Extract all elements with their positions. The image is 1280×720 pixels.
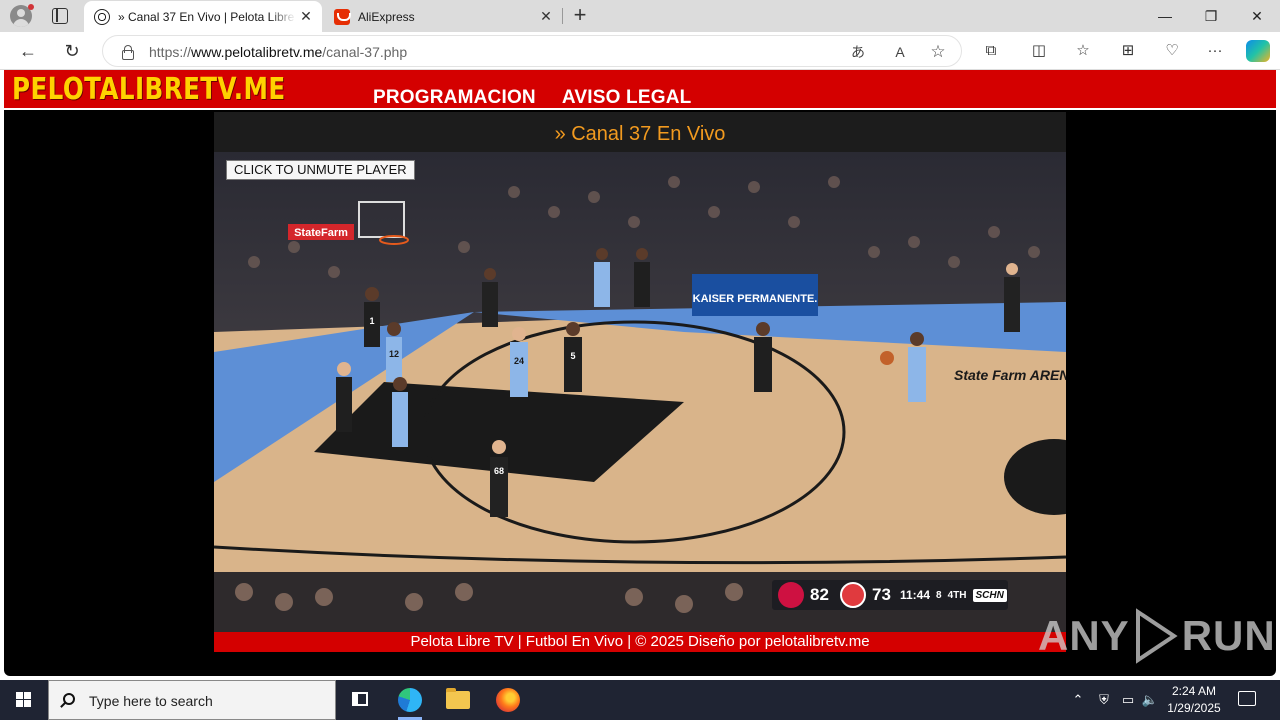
jersey-number: 5 xyxy=(570,351,575,361)
ad-board-text: KAISER PERMANENTE. xyxy=(693,293,818,305)
translate-icon[interactable]: あ xyxy=(847,42,869,62)
new-tab-button[interactable]: + xyxy=(568,4,592,28)
start-button[interactable] xyxy=(0,680,48,720)
url-prefix: https:// xyxy=(149,44,192,60)
search-placeholder: Type here to search xyxy=(89,693,213,709)
network-icon[interactable]: ▭ xyxy=(1118,690,1138,710)
video-player[interactable]: KAISER PERMANENTE. StateFarm State Farm … xyxy=(214,152,1066,632)
reload-button[interactable]: ↻ xyxy=(58,38,86,64)
tab-close-icon[interactable]: ✕ xyxy=(296,8,316,25)
restore-button[interactable]: ❐ xyxy=(1188,0,1234,32)
tab-title: AliExpress xyxy=(358,9,415,24)
scorebug: 82 73 11:44 8 4TH SCHN xyxy=(772,580,1008,610)
clock-date: 1/29/2025 xyxy=(1167,701,1221,715)
sponsor-sign: StateFarm xyxy=(294,227,348,239)
watermark-text-1: ANY xyxy=(1038,612,1130,659)
page-body: PELOTALIBRETV.ME PROGRAMACION AVISO LEGA… xyxy=(4,70,1276,676)
back-button[interactable]: ← xyxy=(14,38,42,64)
tab-pelotalibre[interactable]: » Canal 37 En Vivo | Pelota Libre TV ✕ xyxy=(84,1,322,32)
copilot-icon[interactable] xyxy=(1246,40,1270,62)
firefox-icon xyxy=(496,688,520,712)
defender-icon[interactable]: ⛨ xyxy=(1094,690,1114,710)
search-icon xyxy=(63,693,75,705)
system-clock[interactable]: 2:24 AM 1/29/2025 xyxy=(1162,683,1226,717)
player-container: » Canal 37 En Vivo KAISER PERMANENTE. St… xyxy=(214,112,1066,652)
site-logo[interactable]: PELOTALIBRETV.ME xyxy=(12,72,286,107)
folder-icon xyxy=(446,688,470,709)
browser-toolbar: ← ↻ https://www.pelotalibretv.me/canal-3… xyxy=(0,32,1280,70)
address-bar[interactable]: https://www.pelotalibretv.me/canal-37.ph… xyxy=(102,35,962,67)
site-footer: Pelota Libre TV | Futbol En Vivo | © 202… xyxy=(214,632,1066,652)
web-page: PELOTALIBRETV.ME PROGRAMACION AVISO LEGA… xyxy=(0,70,1280,680)
home-score: 82 xyxy=(810,585,829,604)
jersey-number: 68 xyxy=(494,466,504,476)
jersey-number: 1 xyxy=(369,316,374,326)
menu-programacion[interactable]: PROGRAMACION xyxy=(373,87,536,109)
shot-clock: 8 xyxy=(936,589,942,601)
hawks-logo-icon xyxy=(840,582,866,608)
menu-aviso-legal[interactable]: AVISO LEGAL xyxy=(562,87,692,109)
read-aloud-icon[interactable]: A xyxy=(889,42,911,62)
collections-icon[interactable]: ⊞ xyxy=(1117,41,1139,61)
taskbar-firefox[interactable] xyxy=(484,680,532,720)
game-clock: 11:44 xyxy=(900,588,931,602)
taskbar-search-box[interactable]: Type here to search xyxy=(48,680,336,720)
tab-aliexpress[interactable]: AliExpress ✕ xyxy=(324,1,562,32)
clock-time: 2:24 AM xyxy=(1171,684,1217,698)
taskbar-edge[interactable] xyxy=(386,680,434,720)
url-path: /canal-37.php xyxy=(322,44,408,60)
aliexpress-icon xyxy=(334,8,351,25)
watermark-text-2: RUN xyxy=(1181,612,1276,659)
lock-icon[interactable] xyxy=(121,45,134,60)
more-options-icon[interactable]: ··· xyxy=(1204,41,1226,61)
anyrun-watermark: ANY RUN xyxy=(1038,608,1276,664)
url-host: www.pelotalibretv.me xyxy=(191,44,323,60)
soccer-ball-icon xyxy=(94,8,110,25)
tab-separator xyxy=(562,8,563,24)
period: 4TH xyxy=(947,589,967,601)
browser-essentials-icon[interactable]: ♡ xyxy=(1161,41,1183,61)
court-arena-text: State Farm ARENA xyxy=(954,367,1066,383)
volume-icon[interactable]: 🔈 xyxy=(1140,690,1160,710)
split-screen-icon[interactable]: ◫ xyxy=(1028,41,1050,61)
channel-title: » Canal 37 En Vivo xyxy=(214,112,1066,152)
site-menu: PROGRAMACION AVISO LEGAL xyxy=(373,87,691,109)
tab-bar: » Canal 37 En Vivo | Pelota Libre TV ✕ A… xyxy=(0,0,1280,32)
play-triangle-icon xyxy=(1135,608,1178,664)
away-score: 73 xyxy=(872,585,891,604)
minimize-button[interactable]: — xyxy=(1142,0,1188,32)
extensions-icon[interactable]: ⧉ xyxy=(980,41,1002,61)
task-view-icon xyxy=(352,692,368,706)
unmute-player-button[interactable]: CLICK TO UNMUTE PLAYER xyxy=(226,160,415,180)
profile-notification-dot xyxy=(28,4,34,10)
show-hidden-icons-chevron-icon[interactable]: ⌃ xyxy=(1068,690,1088,710)
task-view-button[interactable] xyxy=(336,680,384,720)
notifications-icon[interactable] xyxy=(1238,691,1256,706)
jersey-number: 12 xyxy=(389,349,399,359)
tab-close-icon[interactable]: ✕ xyxy=(536,8,556,25)
network-logo: SCHN xyxy=(972,588,1007,602)
favorite-star-icon[interactable]: ☆ xyxy=(927,42,949,62)
taskbar-file-explorer[interactable] xyxy=(434,680,482,720)
tab-actions-icon[interactable] xyxy=(52,8,68,24)
windows-taskbar: Type here to search ⌃ ⛨ ▭ 🔈 2:24 AM 1/29… xyxy=(0,680,1280,720)
site-header: PELOTALIBRETV.ME PROGRAMACION AVISO LEGA… xyxy=(4,70,1276,110)
jersey-number: 24 xyxy=(514,356,524,366)
close-window-button[interactable]: ✕ xyxy=(1234,0,1280,32)
rockets-logo-icon xyxy=(778,582,804,608)
url-text[interactable]: https://www.pelotalibretv.me/canal-37.ph… xyxy=(149,44,407,60)
favorites-icon[interactable]: ☆ xyxy=(1072,41,1094,61)
basketball-court-frame: KAISER PERMANENTE. StateFarm State Farm … xyxy=(214,152,1066,632)
edge-icon xyxy=(398,688,422,712)
tab-title: » Canal 37 En Vivo | Pelota Libre TV xyxy=(118,9,296,24)
